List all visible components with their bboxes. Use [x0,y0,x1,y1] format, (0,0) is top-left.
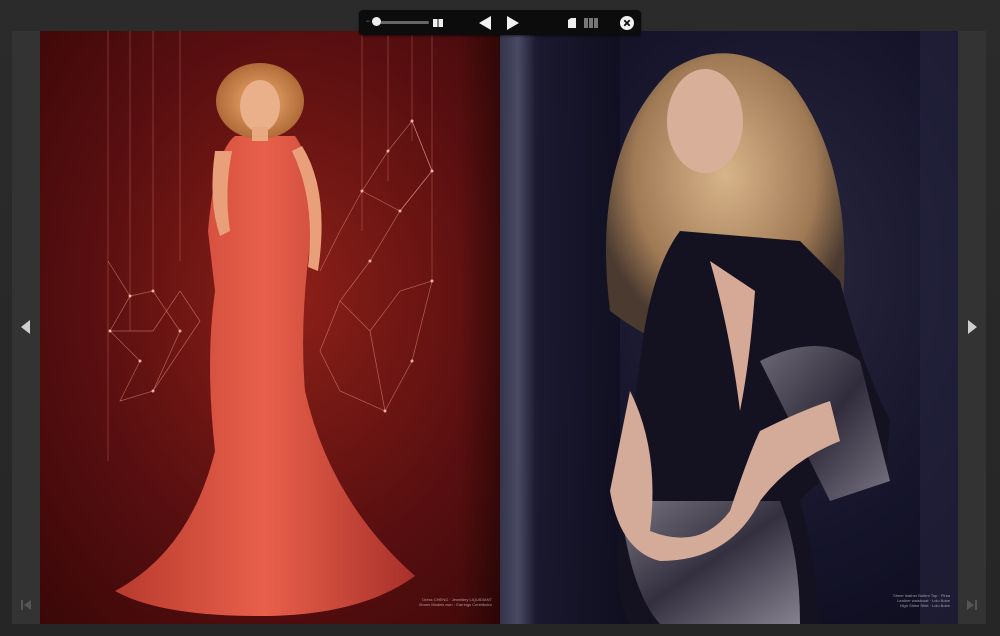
right-page-photo [500,31,958,624]
chevron-left-icon [21,320,30,334]
spine-shadow-left [460,31,500,624]
credit-text: High Shine Skirt · Lolo Bobe [899,603,950,608]
last-page-icon [967,600,977,610]
left-page-credit: Dress CHENG · Jewellery LIQUIDIANT Shoes… [410,597,492,607]
zoom-slider[interactable] [377,21,429,24]
single-page-icon [568,17,576,28]
first-page-icon [21,600,31,610]
two-page-spread-button[interactable] [432,17,444,28]
chevron-right-icon [968,320,977,334]
triangle-right-icon [507,15,519,30]
model-figure [606,53,890,624]
single-page-button[interactable] [567,17,577,28]
two-page-spread-icon [433,18,443,27]
last-page-button[interactable] [965,598,979,612]
magazine-viewer: Dress CHENG · Jewellery LIQUIDIANT Shoes… [0,0,1000,636]
next-page-button[interactable] [506,15,520,30]
left-page-photo [107,31,434,616]
model-figure [115,63,415,616]
zoom-slider-handle[interactable] [372,17,381,26]
right-page-credit: Sheer leather Bolero Top · Pirsa Leather… [870,593,950,608]
close-circle-icon [619,15,634,30]
thumbnails-button[interactable] [583,17,599,28]
next-page-arrow[interactable] [965,318,979,336]
right-page[interactable]: Sheer leather Bolero Top · Pirsa Leather… [500,31,958,624]
close-button[interactable] [619,15,634,30]
previous-page-button[interactable] [478,15,492,30]
zoom-out-icon[interactable]: − [366,19,370,25]
thumbnails-icon [584,17,598,28]
viewer-toolbar: − [359,10,641,35]
left-page[interactable]: Dress CHENG · Jewellery LIQUIDIANT Shoes… [40,31,500,624]
first-page-button[interactable] [19,598,33,612]
spine-highlight-right [500,31,540,624]
previous-page-arrow[interactable] [19,318,33,336]
credit-text: Shoes Models own · Earrings Contributor [418,602,492,607]
triangle-left-icon [479,15,491,30]
